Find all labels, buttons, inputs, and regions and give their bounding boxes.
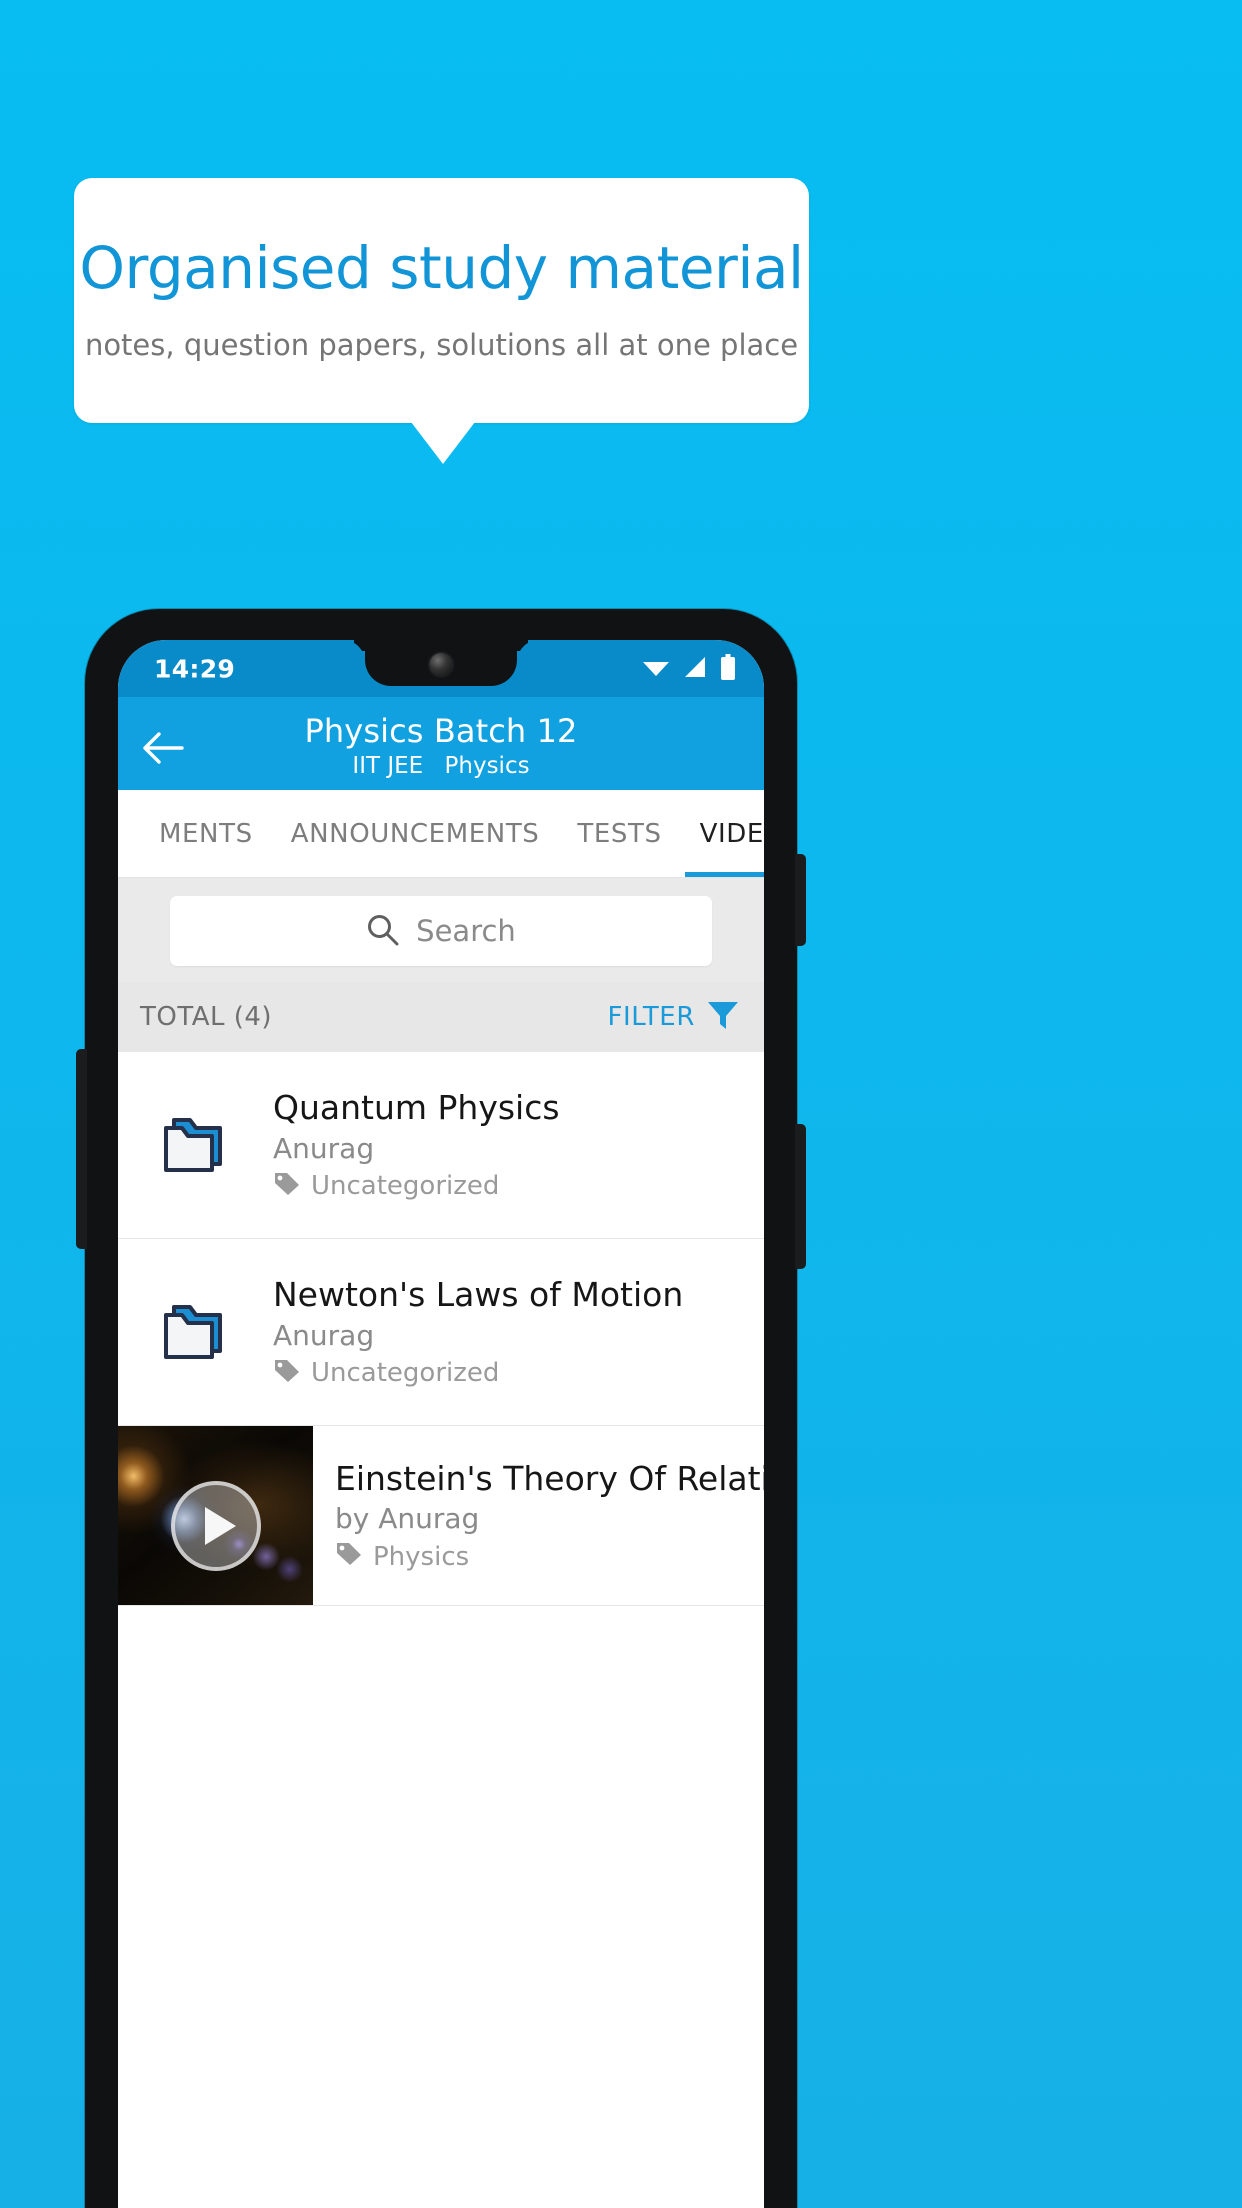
filter-button[interactable]: FILTER [607,999,740,1035]
list-item-title: Newton's Laws of Motion [273,1275,684,1315]
app-bar-exam: IIT JEE [352,753,424,780]
list-item-title: Einstein's Theory Of Relativity [335,1458,764,1498]
volume-button [795,1124,806,1269]
list-item-author: by Anurag [335,1502,480,1536]
list-item[interactable]: Einstein's Theory Of Relativity by Anura… [118,1426,764,1606]
list-item-tag-label: Uncategorized [311,1171,500,1202]
app-bar-title: Physics Batch 12 [304,712,578,750]
tag-icon [273,1170,301,1203]
list-item-author: Anurag [273,1318,375,1352]
video-thumbnail[interactable] [118,1426,313,1605]
phone-mockup: 14:29 Physics Batch 12 IIT JEE Physics M… [76,609,806,2208]
tab-announcements[interactable]: ANNOUNCEMENTS [272,790,559,877]
list-toolbar: TOTAL (4) FILTER [118,982,764,1052]
folder-icon [118,1114,273,1176]
side-button-left [76,1049,87,1249]
filter-label: FILTER [607,1002,695,1032]
page-title: Organised study material [79,234,804,302]
signal-icon [683,656,707,682]
app-bar-subtitle: IIT JEE Physics [118,753,764,779]
play-icon[interactable] [170,1481,261,1572]
page-subtitle: notes, question papers, solutions all at… [84,328,799,362]
list-item[interactable]: Quantum Physics Anurag Uncategorized [118,1052,764,1239]
battery-icon [720,653,736,684]
tab-assignments[interactable]: MENTS [140,790,272,877]
tab-bar: MENTS ANNOUNCEMENTS TESTS VIDEOS [118,790,764,878]
list-item[interactable]: Newton's Laws of Motion Anurag Uncategor… [118,1239,764,1426]
list-item-body: Quantum Physics Anurag Uncategorized [273,1087,764,1202]
app-bar-subject: Physics [444,753,530,780]
status-bar: 14:29 [118,640,764,697]
play-triangle [204,1507,236,1546]
list-item-tag: Uncategorized [273,1170,744,1203]
app-bar-titles: Physics Batch 12 IIT JEE Physics [118,712,764,779]
list-item-tag: Uncategorized [273,1357,744,1390]
status-clock: 14:29 [154,654,236,683]
filter-icon [706,999,740,1035]
total-count-label: TOTAL (4) [140,1002,273,1032]
camera-notch [365,640,517,686]
tab-videos[interactable]: VIDEOS [681,790,764,877]
list-item-tag-label: Uncategorized [311,1358,500,1389]
speech-bubble-tail [411,422,475,464]
promo-card: Organised study material notes, question… [74,178,809,423]
folder-icon [118,1301,273,1363]
search-input[interactable]: Search [170,896,712,966]
list-item-body: Newton's Laws of Motion Anurag Uncategor… [273,1274,764,1389]
content-list: Quantum Physics Anurag Uncategorized New… [118,1052,764,1606]
power-button [795,854,806,946]
tab-tests[interactable]: TESTS [558,790,680,877]
front-camera [429,653,453,676]
list-item-title: Quantum Physics [273,1088,560,1128]
search-zone: Search [118,878,764,982]
list-item-body: Einstein's Theory Of Relativity by Anura… [313,1426,764,1605]
tag-icon [273,1357,301,1390]
wifi-icon [642,657,670,681]
list-item-tag-label: Physics [373,1541,470,1572]
status-icon-group [642,653,736,684]
tag-icon [335,1540,363,1573]
search-placeholder: Search [416,914,516,948]
app-bar: Physics Batch 12 IIT JEE Physics [118,697,764,790]
list-item-tag: Physics [335,1540,764,1573]
list-item-author: Anurag [273,1131,375,1165]
phone-screen: 14:29 Physics Batch 12 IIT JEE Physics M… [118,640,764,2208]
search-icon [366,913,399,950]
